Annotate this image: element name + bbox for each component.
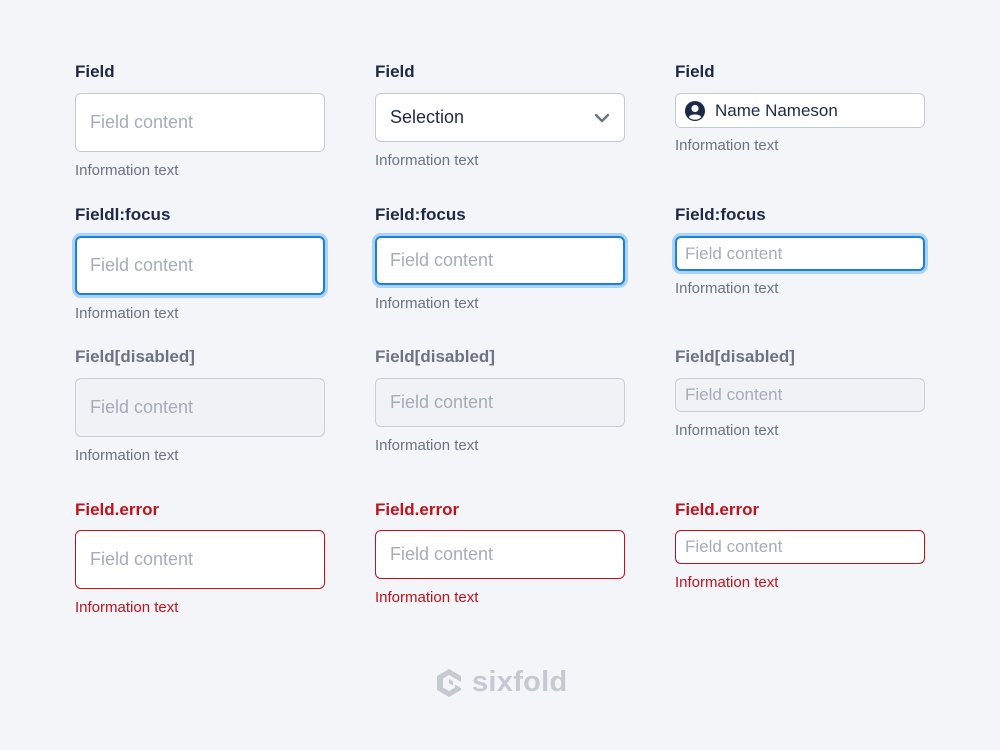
information-text: Information text bbox=[75, 162, 179, 179]
field-placeholder: Field content bbox=[90, 397, 194, 417]
field-label: Field.error bbox=[75, 500, 160, 519]
field-label: Field.error bbox=[675, 500, 760, 519]
information-text: Information text bbox=[675, 280, 779, 297]
information-text: Information text bbox=[375, 152, 479, 169]
text-input-disabled: Field content bbox=[675, 378, 925, 412]
field-placeholder: Field content bbox=[90, 255, 194, 275]
information-text: Information text bbox=[375, 295, 479, 312]
field-label: Field:focus bbox=[375, 205, 466, 224]
field-placeholder: Field content bbox=[90, 549, 194, 569]
user-input[interactable]: Name Nameson bbox=[675, 93, 925, 128]
information-text: Information text bbox=[675, 422, 779, 439]
field-placeholder: Field content bbox=[390, 544, 494, 564]
text-input[interactable]: Field content bbox=[375, 530, 625, 579]
field-placeholder: Field content bbox=[390, 250, 494, 270]
text-input[interactable]: Field content bbox=[75, 236, 325, 295]
field-placeholder: Field content bbox=[685, 243, 783, 263]
text-input[interactable]: Field content bbox=[75, 530, 325, 589]
user-name: Name Nameson bbox=[715, 100, 838, 120]
field-label: Field[disabled] bbox=[75, 347, 195, 366]
error-text: Information text bbox=[675, 574, 779, 591]
select-dropdown[interactable]: Selection bbox=[375, 93, 625, 142]
select-value: Selection bbox=[390, 107, 465, 127]
field-label: Fieldl:focus bbox=[75, 205, 171, 224]
field-label: Field[disabled] bbox=[375, 347, 495, 366]
brand-name: sixfold bbox=[472, 666, 568, 698]
information-text: Information text bbox=[375, 437, 479, 454]
field-placeholder: Field content bbox=[90, 112, 194, 132]
field-label: Field.error bbox=[375, 500, 460, 519]
chevron-down-icon bbox=[594, 113, 610, 123]
information-text: Information text bbox=[675, 137, 779, 154]
information-text: Information text bbox=[75, 447, 179, 464]
field-label: Field:focus bbox=[675, 205, 766, 224]
sixfold-logo: sixfold bbox=[434, 666, 568, 699]
field-placeholder: Field content bbox=[685, 385, 783, 404]
text-input[interactable]: Field content bbox=[675, 530, 925, 564]
field-label: Field bbox=[75, 62, 115, 81]
field-placeholder: Field content bbox=[685, 537, 783, 556]
text-input-disabled: Field content bbox=[375, 378, 625, 427]
error-text: Information text bbox=[375, 589, 479, 606]
error-text: Information text bbox=[75, 599, 179, 616]
field-label: Field[disabled] bbox=[675, 347, 795, 366]
text-input[interactable]: Field content bbox=[375, 236, 625, 285]
field-label: Field bbox=[675, 62, 715, 81]
user-avatar-icon bbox=[685, 100, 705, 121]
text-input[interactable]: Field content bbox=[675, 236, 925, 271]
sixfold-logo-icon bbox=[434, 667, 464, 699]
information-text: Information text bbox=[75, 305, 179, 322]
field-placeholder: Field content bbox=[390, 392, 494, 412]
field-label: Field bbox=[375, 62, 415, 81]
text-input[interactable]: Field content bbox=[75, 93, 325, 152]
text-input-disabled: Field content bbox=[75, 378, 325, 437]
